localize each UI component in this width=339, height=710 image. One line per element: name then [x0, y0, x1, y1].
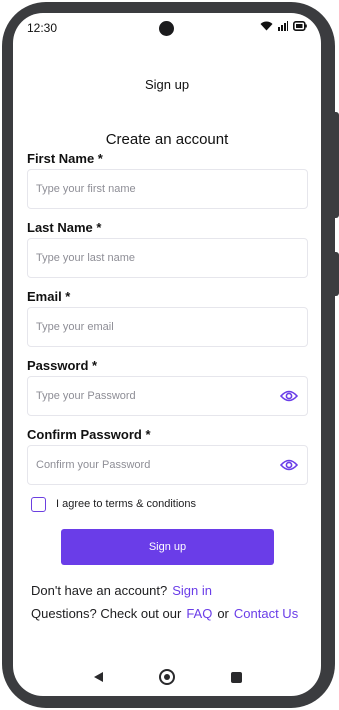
password-label: Password *	[27, 358, 98, 373]
email-field[interactable]	[27, 307, 308, 347]
confirm-password-input[interactable]	[36, 446, 276, 484]
questions-line: Questions? Check out our FAQ or Contact Us	[31, 606, 298, 621]
status-bar: 12:30	[13, 13, 321, 41]
last-name-input[interactable]	[36, 239, 276, 277]
status-icons	[260, 21, 307, 31]
wifi-icon	[260, 21, 273, 31]
terms-checkbox[interactable]	[31, 496, 46, 512]
email-label: Email *	[27, 289, 71, 304]
confirm-password-label: Confirm Password *	[27, 427, 151, 442]
terms-row: I agree to terms & conditions	[31, 495, 196, 513]
signin-line: Don't have an account? Sign in	[31, 583, 212, 598]
last-name-label: Last Name *	[27, 220, 102, 235]
signin-prompt: Don't have an account?	[31, 583, 168, 598]
page-title: Create an account	[105, 131, 229, 148]
header-title: Sign up	[144, 77, 190, 92]
confirm-password-field[interactable]	[27, 445, 308, 485]
front-camera	[159, 21, 174, 36]
sign-up-button[interactable]: Sign up	[61, 529, 274, 565]
signal-icon	[278, 21, 288, 31]
home-icon[interactable]	[159, 669, 175, 685]
eye-icon[interactable]	[280, 458, 298, 472]
recents-icon[interactable]	[231, 672, 242, 683]
faq-link[interactable]: FAQ	[186, 606, 212, 621]
power-button	[333, 112, 339, 218]
sign-in-link[interactable]: Sign in	[172, 583, 212, 598]
battery-icon	[293, 21, 307, 31]
contact-us-link[interactable]: Contact Us	[234, 606, 298, 621]
first-name-label: First Name *	[27, 151, 103, 166]
first-name-input[interactable]	[36, 170, 276, 208]
screen: 12:30 Sign up Create an account First Na…	[13, 13, 321, 696]
email-input[interactable]	[36, 308, 276, 346]
volume-button	[333, 252, 339, 296]
password-field[interactable]	[27, 376, 308, 416]
or-text: or	[217, 606, 229, 621]
first-name-field[interactable]	[27, 169, 308, 209]
password-input[interactable]	[36, 377, 276, 415]
eye-icon[interactable]	[280, 389, 298, 403]
status-time: 12:30	[27, 21, 58, 35]
last-name-field[interactable]	[27, 238, 308, 278]
back-icon[interactable]	[93, 671, 104, 683]
navigation-bar	[13, 663, 321, 693]
terms-label[interactable]: I agree to terms & conditions	[56, 498, 196, 510]
questions-prompt: Questions? Check out our	[31, 606, 182, 621]
